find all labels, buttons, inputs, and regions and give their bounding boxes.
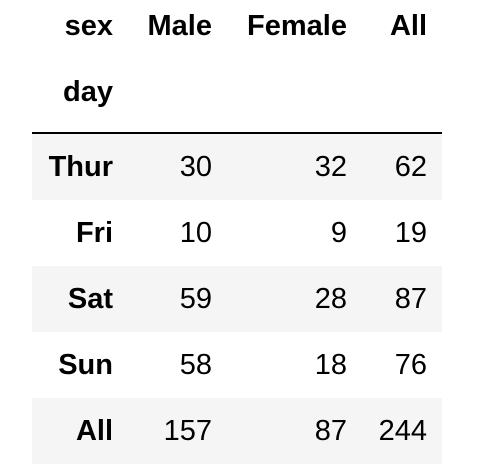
table-cell: 19 <box>394 217 427 249</box>
table-cell: 62 <box>394 151 427 183</box>
table-cell: 32 <box>314 151 347 183</box>
table-row: Sat 59 28 87 <box>32 266 442 332</box>
table-cell: 244 <box>378 415 427 447</box>
table-cell: 9 <box>330 217 347 249</box>
index-header-row: day <box>32 66 442 132</box>
column-header-all: All <box>389 10 427 42</box>
row-label: Fri <box>75 217 113 249</box>
row-label: Sun <box>58 349 113 381</box>
table-cell: 28 <box>314 283 347 315</box>
table-row: Thur 30 32 62 <box>32 134 442 200</box>
row-label: Thur <box>48 151 113 183</box>
table-row: Sun 58 18 76 <box>32 332 442 398</box>
table-cell: 18 <box>314 349 347 381</box>
column-header-row: sex Male Female All <box>32 0 442 66</box>
column-header-female: Female <box>247 10 347 42</box>
row-label: All <box>75 415 113 447</box>
table-row: Fri 10 9 19 <box>32 200 442 266</box>
table-cell: 59 <box>179 283 212 315</box>
crosstab-table: sex Male Female All day Thur 30 32 62 Fr… <box>32 0 442 464</box>
row-label: Sat <box>67 283 113 315</box>
column-header-male: Male <box>147 10 212 42</box>
table-cell: 87 <box>314 415 347 447</box>
table-cell: 157 <box>163 415 212 447</box>
columns-name-label: sex <box>64 10 113 42</box>
table-cell: 30 <box>179 151 212 183</box>
table-cell: 10 <box>179 217 212 249</box>
table-cell: 76 <box>394 349 427 381</box>
table-cell: 87 <box>394 283 427 315</box>
index-name-label: day <box>63 76 113 108</box>
table-cell: 58 <box>179 349 212 381</box>
table-row: All 157 87 244 <box>32 398 442 464</box>
